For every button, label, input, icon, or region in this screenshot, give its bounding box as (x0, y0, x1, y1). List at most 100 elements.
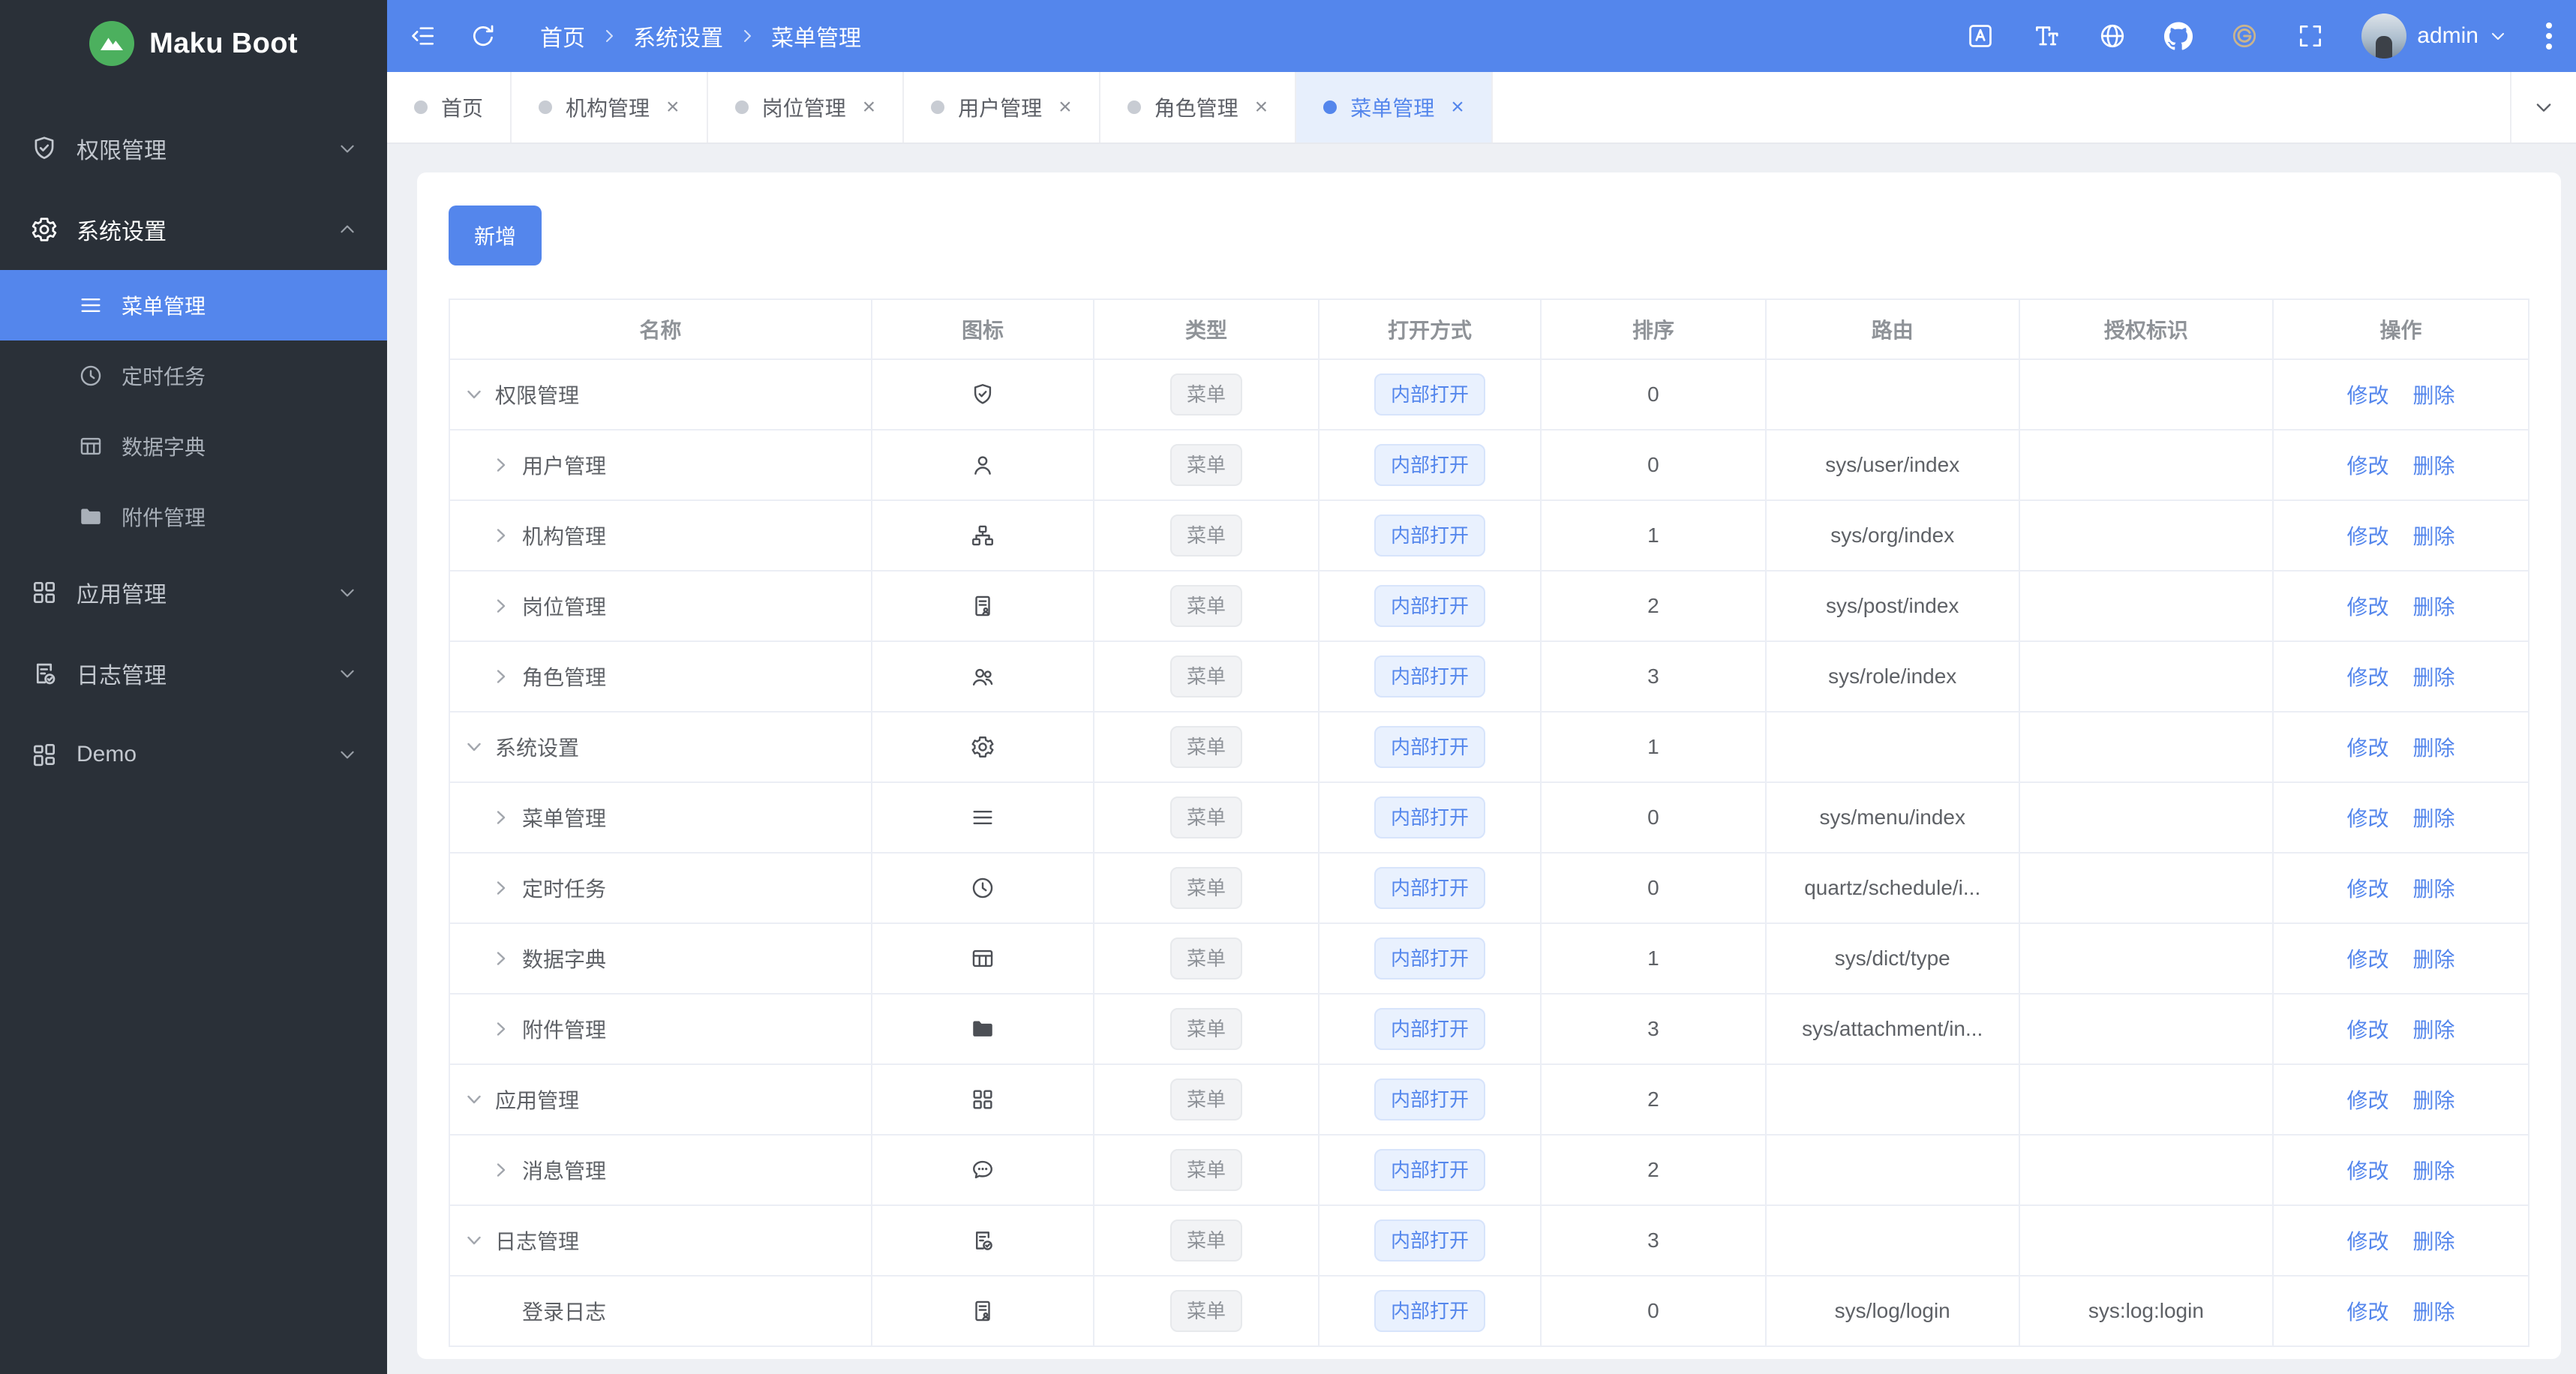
chevron-down-icon (338, 583, 357, 602)
close-icon[interactable]: × (1451, 96, 1464, 118)
type-tag: 菜单 (1169, 726, 1242, 768)
caret-down-icon[interactable] (465, 738, 483, 756)
sidebar-item-label: Demo (77, 742, 137, 766)
edit-link[interactable]: 修改 (2346, 948, 2388, 971)
delete-link[interactable]: 删除 (2412, 1089, 2454, 1112)
tab-机构管理[interactable]: 机构管理 × (512, 72, 708, 142)
sidebar-item-应用管理[interactable]: 应用管理 (0, 552, 387, 633)
sidebar-subitem-数据字典[interactable]: 数据字典 (0, 411, 387, 482)
tab-岗位管理[interactable]: 岗位管理 × (708, 72, 905, 142)
tab-菜单管理[interactable]: 菜单管理 × (1296, 72, 1493, 142)
delete-link[interactable]: 删除 (2412, 525, 2454, 548)
caret-down-icon[interactable] (465, 1232, 483, 1250)
type-tag: 菜单 (1169, 585, 1242, 627)
menu-table: 名称 图标 类型 打开方式 排序 路由 授权标识 操作 权限管理 菜单 内部打开 0 修改 删除 用户管理… (448, 298, 2529, 1347)
kebab-menu-icon[interactable] (2543, 20, 2555, 52)
tab-角色管理[interactable]: 角色管理 × (1100, 72, 1297, 142)
sidebar-item-系统设置[interactable]: 系统设置 (0, 189, 387, 270)
caret-down-icon[interactable] (465, 386, 483, 404)
tab-bar: 首页 机构管理 × 岗位管理 × 用户管理 × 角色管理 × 菜单管理 × (387, 72, 2576, 144)
header-left: 首页 系统设置 菜单管理 (408, 20, 861, 52)
close-icon[interactable]: × (1058, 96, 1072, 118)
edit-link[interactable]: 修改 (2346, 454, 2388, 478)
breadcrumb-home[interactable]: 首页 (540, 20, 585, 52)
sidebar-subitem-定时任务[interactable]: 定时任务 (0, 340, 387, 411)
delete-link[interactable]: 删除 (2412, 1300, 2454, 1324)
org-icon (970, 523, 995, 548)
globe-icon[interactable] (2097, 21, 2127, 51)
edit-link[interactable]: 修改 (2346, 878, 2388, 901)
gitee-icon[interactable] (2229, 21, 2259, 51)
sidebar-item-日志管理[interactable]: 日志管理 (0, 633, 387, 714)
open-mode-tag: 内部打开 (1374, 374, 1485, 416)
user-menu[interactable]: admin (2361, 14, 2507, 58)
sidebar-subitem-label: 附件管理 (122, 506, 206, 530)
delete-link[interactable]: 删除 (2412, 454, 2454, 478)
caret-right-icon[interactable] (492, 808, 510, 826)
edit-link[interactable]: 修改 (2346, 1230, 2388, 1253)
sidebar-item-label: 应用管理 (77, 583, 167, 608)
delete-link[interactable]: 删除 (2412, 736, 2454, 760)
delete-link[interactable]: 删除 (2412, 948, 2454, 971)
edit-link[interactable]: 修改 (2346, 1300, 2388, 1324)
delete-link[interactable]: 删除 (2412, 807, 2454, 830)
tab-dot (1127, 100, 1141, 114)
gear-icon (30, 215, 59, 244)
tab-首页[interactable]: 首页 (387, 72, 512, 142)
close-icon[interactable]: × (1255, 96, 1268, 118)
add-button[interactable]: 新增 (449, 206, 542, 266)
delete-link[interactable]: 删除 (2412, 666, 2454, 689)
caret-right-icon[interactable] (492, 1020, 510, 1038)
sidebar-item-Demo[interactable]: Demo (0, 714, 387, 795)
caret-right-icon[interactable] (492, 526, 510, 544)
table-row: 用户管理 菜单 内部打开 0 sys/user/index 修改 删除 (448, 429, 2529, 501)
caret-right-icon[interactable] (492, 950, 510, 968)
delete-link[interactable]: 删除 (2412, 384, 2454, 407)
sidebar-item-权限管理[interactable]: 权限管理 (0, 108, 387, 189)
delete-link[interactable]: 删除 (2412, 1018, 2454, 1042)
refresh-icon[interactable] (468, 21, 498, 51)
open-mode-tag: 内部打开 (1374, 444, 1485, 486)
translate-icon[interactable] (1965, 21, 1995, 51)
edit-link[interactable]: 修改 (2346, 384, 2388, 407)
delete-link[interactable]: 删除 (2412, 1160, 2454, 1183)
demo-grid-icon (30, 740, 59, 769)
sidebar-subitem-菜单管理[interactable]: 菜单管理 (0, 270, 387, 340)
open-mode-tag: 内部打开 (1374, 726, 1485, 768)
tabs-dropdown-icon[interactable] (2510, 72, 2576, 142)
type-tag: 菜单 (1169, 514, 1242, 556)
delete-link[interactable]: 删除 (2412, 596, 2454, 619)
delete-link[interactable]: 删除 (2412, 878, 2454, 901)
close-icon[interactable]: × (863, 96, 876, 118)
edit-link[interactable]: 修改 (2346, 1018, 2388, 1042)
edit-link[interactable]: 修改 (2346, 525, 2388, 548)
chevron-down-icon (338, 139, 357, 158)
avatar[interactable] (2361, 14, 2407, 58)
github-icon[interactable] (2163, 21, 2193, 51)
breadcrumb-section[interactable]: 系统设置 (633, 20, 723, 52)
sidebar-collapse-icon[interactable] (408, 21, 438, 51)
sidebar-subitem-附件管理[interactable]: 附件管理 (0, 482, 387, 552)
edit-link[interactable]: 修改 (2346, 736, 2388, 760)
caret-right-icon[interactable] (492, 597, 510, 615)
caret-right-icon[interactable] (492, 456, 510, 474)
edit-link[interactable]: 修改 (2346, 807, 2388, 830)
font-size-icon[interactable] (2031, 21, 2061, 51)
column-header-图标: 图标 (870, 298, 1095, 360)
caret-down-icon[interactable] (465, 1090, 483, 1108)
caret-right-icon[interactable] (492, 668, 510, 686)
auth-value (2018, 922, 2274, 994)
edit-link[interactable]: 修改 (2346, 596, 2388, 619)
edit-link[interactable]: 修改 (2346, 1089, 2388, 1112)
fullscreen-icon[interactable] (2295, 21, 2325, 51)
open-mode-tag: 内部打开 (1374, 796, 1485, 838)
delete-link[interactable]: 删除 (2412, 1230, 2454, 1253)
route-value: sys/org/index (1764, 500, 2020, 572)
caret-right-icon[interactable] (492, 879, 510, 897)
edit-link[interactable]: 修改 (2346, 1160, 2388, 1183)
top-header: 首页 系统设置 菜单管理 admin (387, 0, 2576, 72)
caret-right-icon[interactable] (492, 1161, 510, 1179)
tab-用户管理[interactable]: 用户管理 × (904, 72, 1100, 142)
close-icon[interactable]: × (666, 96, 680, 118)
edit-link[interactable]: 修改 (2346, 666, 2388, 689)
